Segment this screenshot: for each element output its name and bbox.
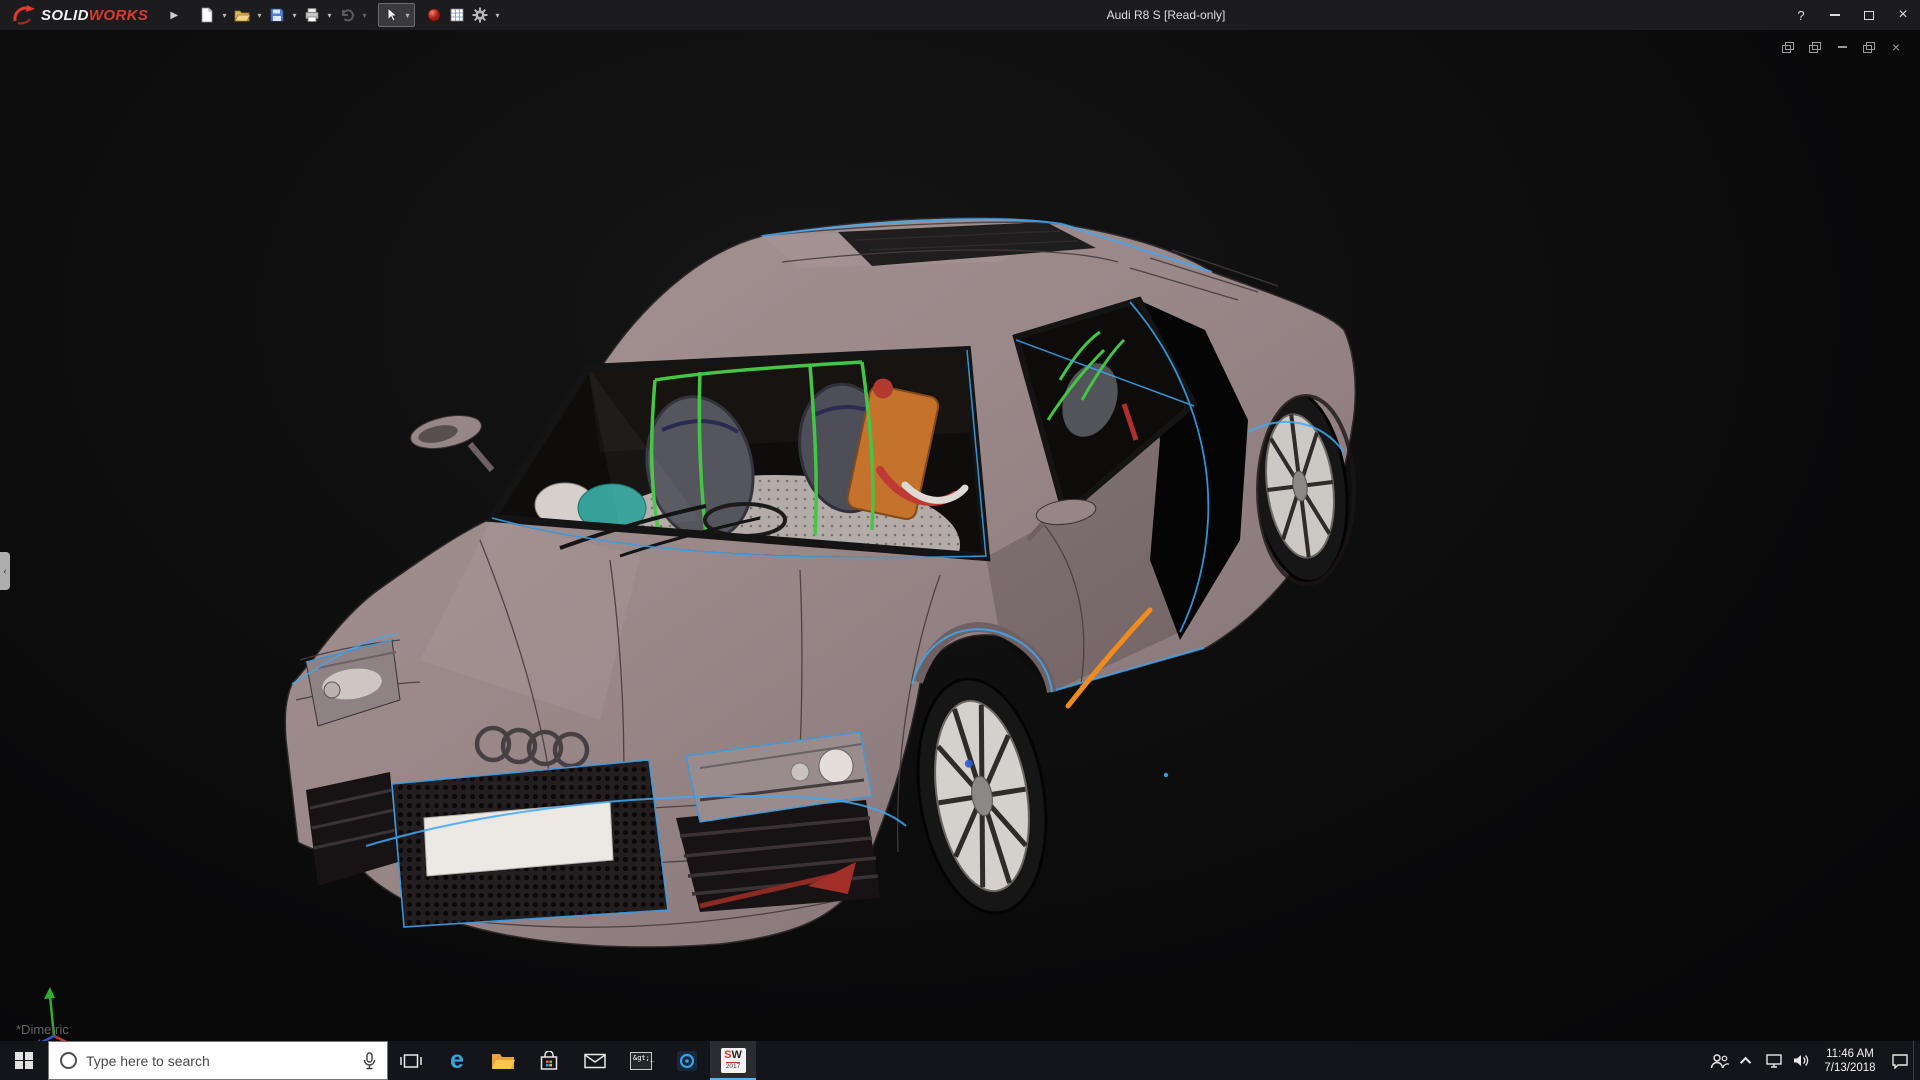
select-cursor-icon <box>387 7 399 22</box>
cascade-icon <box>1782 41 1794 53</box>
search-input[interactable] <box>86 1052 354 1069</box>
new-document-button[interactable] <box>196 4 218 26</box>
select-tool-dropdown[interactable]: ▾ <box>402 11 413 20</box>
maximize-button[interactable] <box>1852 0 1886 30</box>
solidworks-2017-icon: SW 2017 <box>720 1048 746 1073</box>
edge-icon: e <box>450 1046 464 1074</box>
action-center-icon <box>1891 1053 1908 1069</box>
open-icon <box>234 10 251 22</box>
titlebar: SOLIDWORKS ▶ ▾ ▾ ▾ ▾ ▾ ▾ ▾ Audi R8 S [Re… <box>0 0 1920 30</box>
volume-button[interactable] <box>1787 1041 1814 1080</box>
pinned-app-icon <box>677 1050 697 1071</box>
doc-restore-button[interactable] <box>1859 38 1879 56</box>
undo-icon <box>342 9 354 22</box>
undo-dropdown[interactable]: ▾ <box>359 11 370 20</box>
collapsed-panel-tab[interactable]: ‹ <box>0 552 10 590</box>
solidworks-window: SOLIDWORKS ▶ ▾ ▾ ▾ ▾ ▾ ▾ ▾ Audi R8 S [Re… <box>0 0 1920 1080</box>
options-button[interactable] <box>469 4 491 26</box>
design-table-button[interactable] <box>446 4 468 26</box>
doc-close-button[interactable]: × <box>1886 38 1906 56</box>
people-icon <box>1710 1053 1729 1068</box>
undo-button[interactable] <box>336 4 358 26</box>
show-desktop-button[interactable] <box>1913 1041 1920 1080</box>
store-icon <box>540 1050 558 1070</box>
task-view-button[interactable] <box>388 1041 434 1080</box>
record-sphere-icon <box>427 8 441 22</box>
select-tool-active-chip: ▾ <box>378 3 416 27</box>
car-model[interactable] <box>284 217 1357 948</box>
window-controls: ? × <box>1784 0 1920 30</box>
left-mirror <box>410 415 495 472</box>
windows-logo-icon <box>15 1051 33 1070</box>
mail-button[interactable] <box>572 1041 618 1080</box>
minimize-button[interactable] <box>1818 0 1852 30</box>
clock-date: 7/13/2018 <box>1824 1061 1876 1074</box>
close-button[interactable]: × <box>1886 0 1920 30</box>
maximize-icon <box>1864 10 1874 20</box>
hidden-icons-button[interactable] <box>1733 1041 1760 1080</box>
doc-minimize-icon <box>1837 46 1847 48</box>
open-button[interactable] <box>231 4 253 26</box>
file-explorer-icon <box>492 1054 515 1069</box>
print-button[interactable] <box>301 4 323 26</box>
doc-window-icon-2[interactable] <box>1805 38 1825 56</box>
network-button[interactable] <box>1760 1041 1787 1080</box>
print-icon <box>305 8 319 22</box>
start-button[interactable] <box>0 1041 48 1080</box>
taskbar-search <box>48 1041 388 1080</box>
solidworks-logo-icon <box>13 5 35 25</box>
menu-expand-arrow-icon[interactable]: ▶ <box>170 10 178 21</box>
design-table-icon <box>450 8 464 22</box>
options-dropdown[interactable]: ▾ <box>492 11 503 20</box>
tile-icon <box>1809 41 1821 53</box>
volume-icon <box>1793 1055 1808 1066</box>
terminal-icon: &gt;_ <box>630 1051 654 1070</box>
edge-button[interactable]: e <box>434 1041 480 1080</box>
cortana-icon[interactable] <box>60 1052 77 1069</box>
open-dropdown[interactable]: ▾ <box>254 11 265 20</box>
chevron-up-icon <box>1739 1056 1751 1068</box>
system-tray: 11:46 AM 7/13/2018 <box>1706 1041 1920 1080</box>
vertex-point <box>1163 772 1169 778</box>
select-tool-button[interactable] <box>380 4 402 26</box>
document-title: Audi R8 S [Read-only] <box>1106 8 1226 22</box>
doc-restore-icon <box>1863 41 1875 53</box>
record-button[interactable] <box>423 4 445 26</box>
doc-minimize-button[interactable] <box>1832 38 1852 56</box>
new-document-icon <box>201 7 213 23</box>
graphics-area[interactable]: × *Dimetric ‹ <box>0 30 1920 1053</box>
save-button[interactable] <box>266 4 288 26</box>
network-icon <box>1765 1054 1782 1068</box>
solidworks-taskbar-button[interactable]: SW 2017 <box>710 1041 756 1080</box>
mail-icon <box>584 1053 606 1068</box>
3d-viewport-canvas[interactable] <box>0 30 1920 1041</box>
taskbar-clock[interactable]: 11:46 AM 7/13/2018 <box>1814 1041 1886 1080</box>
windows-taskbar: e &gt;_ <box>0 1041 1920 1080</box>
minimize-icon <box>1830 14 1840 16</box>
pinned-app-button[interactable] <box>664 1041 710 1080</box>
terminal-button[interactable]: &gt;_ <box>618 1041 664 1080</box>
new-document-dropdown[interactable]: ▾ <box>219 11 230 20</box>
help-button[interactable]: ? <box>1784 0 1818 30</box>
task-view-icon <box>400 1053 422 1068</box>
print-dropdown[interactable]: ▾ <box>324 11 335 20</box>
microphone-icon[interactable] <box>363 1051 376 1070</box>
clock-time: 11:46 AM <box>1826 1047 1874 1060</box>
app-name: SOLIDWORKS <box>41 6 149 24</box>
file-explorer-button[interactable] <box>480 1041 526 1080</box>
store-button[interactable] <box>526 1041 572 1080</box>
solidworks-logo: SOLIDWORKS <box>0 5 148 25</box>
save-dropdown[interactable]: ▾ <box>289 11 300 20</box>
document-window-controls: × <box>1778 38 1906 56</box>
view-orientation-label: *Dimetric <box>16 1022 69 1037</box>
save-icon <box>270 8 284 22</box>
people-button[interactable] <box>1706 1041 1733 1080</box>
main-toolbar: ▾ ▾ ▾ ▾ ▾ ▾ ▾ <box>196 0 503 30</box>
doc-window-icon-1[interactable] <box>1778 38 1798 56</box>
options-gear-icon <box>472 7 488 23</box>
action-center-button[interactable] <box>1886 1041 1913 1080</box>
